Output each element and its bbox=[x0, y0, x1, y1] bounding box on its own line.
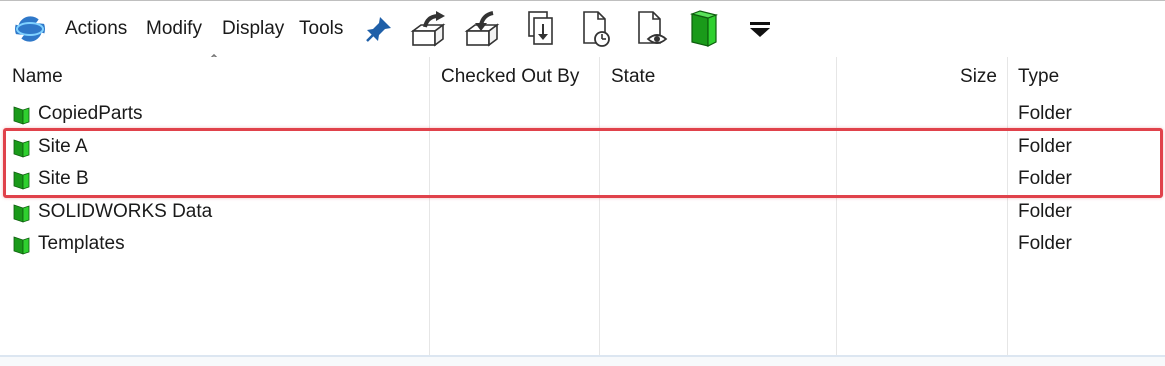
table-row[interactable]: Templates Folder bbox=[0, 228, 1165, 260]
row-type: Folder bbox=[1018, 201, 1072, 222]
column-header-checked-out-by[interactable]: Checked Out By bbox=[441, 57, 599, 97]
pin-icon[interactable] bbox=[359, 9, 399, 49]
menu-display[interactable]: Display bbox=[222, 18, 284, 40]
check-out-icon[interactable] bbox=[409, 9, 449, 49]
column-header-type[interactable]: Type bbox=[1018, 57, 1158, 97]
file-explorer-window: Actions Modify Display Tools Name Checke… bbox=[0, 0, 1165, 366]
more-dropdown-icon[interactable] bbox=[740, 9, 780, 49]
table-row[interactable]: CopiedParts Folder bbox=[0, 98, 1165, 130]
folder-icon bbox=[13, 106, 30, 125]
table-row[interactable]: SOLIDWORKS Data Folder bbox=[0, 196, 1165, 228]
column-header-size[interactable]: Size bbox=[837, 57, 997, 97]
history-icon[interactable] bbox=[576, 9, 616, 49]
menu-actions[interactable]: Actions bbox=[65, 18, 127, 40]
column-header-state[interactable]: State bbox=[611, 57, 836, 97]
folder-icon bbox=[13, 204, 30, 223]
get-latest-version-icon[interactable] bbox=[521, 9, 561, 49]
row-name: SOLIDWORKS Data bbox=[38, 201, 213, 222]
row-type: Folder bbox=[1018, 103, 1072, 124]
menu-tools[interactable]: Tools bbox=[299, 18, 343, 40]
column-header-name[interactable]: Name bbox=[12, 57, 430, 97]
vault-folder-icon[interactable] bbox=[684, 9, 724, 49]
row-name: Templates bbox=[38, 233, 125, 254]
column-header-row: Name Checked Out By State Size Type bbox=[0, 57, 1165, 97]
check-in-icon[interactable] bbox=[463, 9, 503, 49]
row-name: CopiedParts bbox=[38, 103, 143, 124]
refresh-icon[interactable] bbox=[10, 9, 50, 49]
folder-icon bbox=[13, 236, 30, 255]
row-type: Folder bbox=[1018, 233, 1072, 254]
preview-icon[interactable] bbox=[631, 9, 671, 49]
annotation-highlight-box bbox=[3, 128, 1163, 198]
toolbar: Actions Modify Display Tools bbox=[0, 1, 1165, 57]
menu-modify[interactable]: Modify bbox=[146, 18, 202, 40]
